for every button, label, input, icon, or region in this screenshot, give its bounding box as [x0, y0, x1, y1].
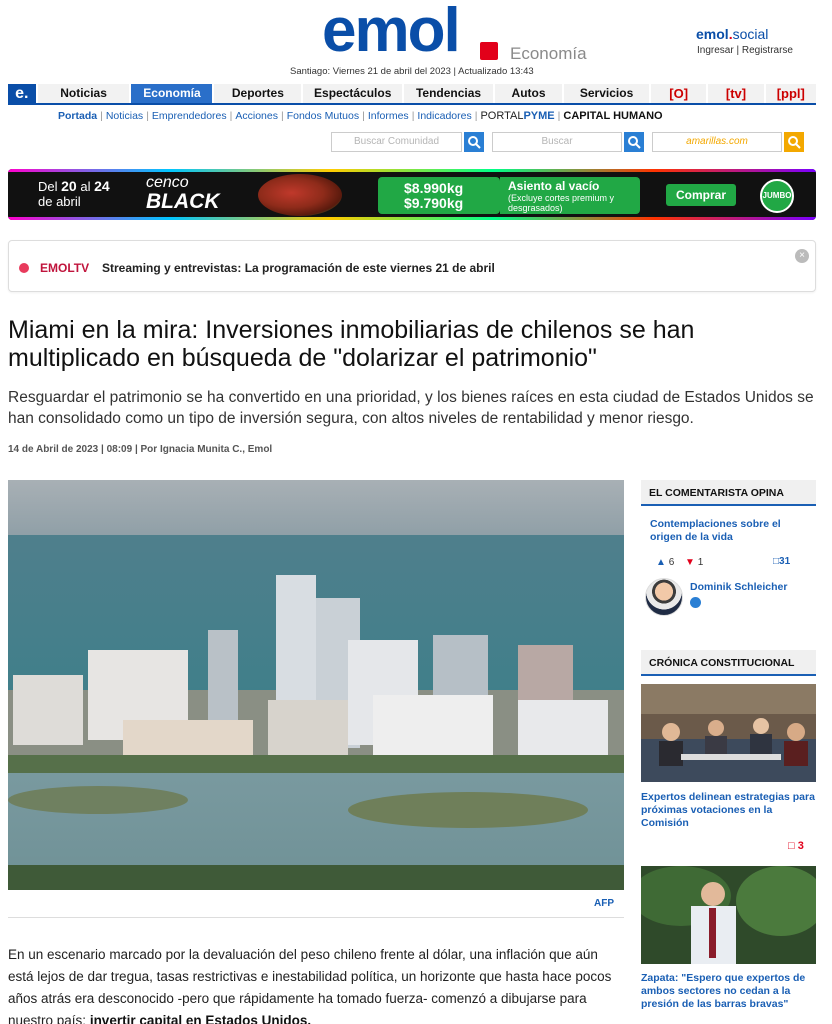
author-name[interactable]: Dominik Schleicher: [690, 581, 810, 594]
opina-link[interactable]: Contemplaciones sobre el origen de la vi…: [650, 518, 810, 544]
community-search-input[interactable]: Buscar Comunidad: [331, 132, 462, 152]
search-icon[interactable]: [464, 132, 484, 152]
likes-count[interactable]: ▲ 6: [656, 557, 674, 568]
article-byline: 14 de Abril de 2023 | 08:09 | Por Ignaci…: [8, 444, 273, 455]
article-headline: Miami en la mira: Inversiones inmobiliar…: [8, 316, 695, 372]
subnav-emprendedores[interactable]: Emprendedores: [152, 110, 227, 122]
auth-links: Ingresar | Registrarse: [697, 45, 793, 56]
subnav-portada[interactable]: Portada: [58, 110, 97, 122]
logo-dot: [480, 42, 498, 60]
nav-item-autos[interactable]: Autos: [494, 84, 563, 103]
site-header: emol Economía Santiago: Viernes 21 de ab…: [0, 0, 832, 80]
photo-credit-row: AFP: [8, 890, 624, 918]
subnav-informes[interactable]: Informes: [368, 110, 409, 122]
story-2-image[interactable]: [641, 866, 816, 964]
register-link[interactable]: Registrarse: [742, 45, 793, 56]
story-1-image[interactable]: [641, 684, 816, 782]
avatar[interactable]: [645, 578, 683, 616]
ad-brand-bottom: BLACK: [146, 190, 220, 213]
sub-nav: Portada | Noticias | Emprendedores | Acciones |…: [58, 110, 663, 122]
comment-icon: □: [788, 840, 795, 852]
portal-pyme-link[interactable]: PORTALPYME: [480, 110, 554, 122]
dislikes-count[interactable]: ▼ 1: [685, 557, 703, 568]
nav-tv-icon[interactable]: [tv]: [708, 84, 764, 103]
subnav-fondos[interactable]: Fondos Mutuos: [287, 110, 359, 122]
main-nav: e. Noticias Economía Deportes Espectácul…: [8, 84, 816, 105]
comments-count[interactable]: □31: [773, 556, 790, 567]
live-dot-icon: [19, 263, 29, 273]
thumbs-down-icon: ▼: [685, 557, 695, 568]
story-1-comments[interactable]: □ 3: [788, 840, 804, 852]
search-icon[interactable]: [784, 132, 804, 152]
social-brand: emol: [696, 26, 729, 42]
verified-icon: [690, 597, 701, 608]
ad-dates: Del 20 al 24 de abril: [38, 178, 110, 210]
nav-item-deportes[interactable]: Deportes: [214, 84, 302, 103]
search-icon[interactable]: [624, 132, 644, 152]
subnav-indicadores[interactable]: Indicadores: [417, 110, 471, 122]
story-1-link[interactable]: Expertos delinean estrategias para próxi…: [641, 791, 816, 830]
emol-logo[interactable]: emol: [322, 0, 461, 62]
dateline: Santiago: Viernes 21 de abril del 2023 |…: [290, 66, 534, 77]
site-search-input[interactable]: Buscar: [492, 132, 622, 152]
amarillas-search-input[interactable]: amarillas.com: [652, 132, 782, 152]
thumbs-up-icon: ▲: [656, 557, 666, 568]
emol-social-logo[interactable]: emol.social: [696, 26, 768, 42]
subnav-acciones[interactable]: Acciones: [235, 110, 278, 122]
nav-item-tendencias[interactable]: Tendencias: [404, 84, 493, 103]
photo-credit: AFP: [594, 898, 614, 909]
ad-price-2: $9.790kg: [404, 195, 464, 211]
ad-brand-top: cenco: [146, 174, 189, 191]
nav-item-economia[interactable]: Economía: [131, 84, 213, 103]
jumbo-logo: JUMBO: [760, 179, 794, 213]
login-link[interactable]: Ingresar: [697, 45, 734, 56]
emoltv-text[interactable]: Streaming y entrevistas: La programación…: [102, 261, 495, 275]
ad-product-image: [258, 174, 342, 216]
capital-humano-link[interactable]: CAPITAL HUMANO: [563, 110, 662, 122]
ad-price-1: $8.990kg: [404, 180, 464, 196]
social-suffix: social: [732, 26, 769, 42]
nav-item-servicios[interactable]: Servicios: [564, 84, 650, 103]
opina-section-title[interactable]: EL COMENTARISTA OPINA: [641, 480, 816, 506]
ad-banner[interactable]: Del 20 al 24 de abril cenco BLACK $8.990k…: [8, 169, 816, 220]
nav-item-espectaculos[interactable]: Espectáculos: [303, 84, 403, 103]
emoltv-tag: EMOLTV: [40, 261, 90, 275]
close-icon[interactable]: ×: [795, 249, 809, 263]
ad-promo: Asiento al vacío (Excluye cortes premium…: [500, 177, 640, 214]
article-body: En un escenario marcado por la devaluaci…: [8, 944, 624, 1024]
home-icon[interactable]: e.: [8, 84, 36, 105]
section-name[interactable]: Economía: [510, 44, 587, 64]
cronica-section-title[interactable]: CRÓNICA CONSTITUCIONAL: [641, 650, 816, 676]
ad-buy-button[interactable]: Comprar: [666, 184, 736, 206]
nav-radio-icon[interactable]: [O]: [651, 84, 707, 103]
emoltv-notice[interactable]: EMOLTV Streaming y entrevistas: La progr…: [8, 240, 816, 292]
ad-price-box: $8.990kg $9.790kg: [378, 177, 500, 214]
article-summary: Resguardar el patrimonio se ha convertid…: [8, 389, 814, 427]
article-photo[interactable]: [8, 480, 624, 890]
subnav-noticias[interactable]: Noticias: [106, 110, 143, 122]
story-2-link[interactable]: Zapata: "Espero que expertos de ambos se…: [641, 972, 816, 1011]
body-bold: invertir capital en Estados Unidos.: [89, 1013, 312, 1024]
nav-people-icon[interactable]: [ppl]: [765, 84, 816, 103]
nav-item-noticias[interactable]: Noticias: [37, 84, 130, 103]
